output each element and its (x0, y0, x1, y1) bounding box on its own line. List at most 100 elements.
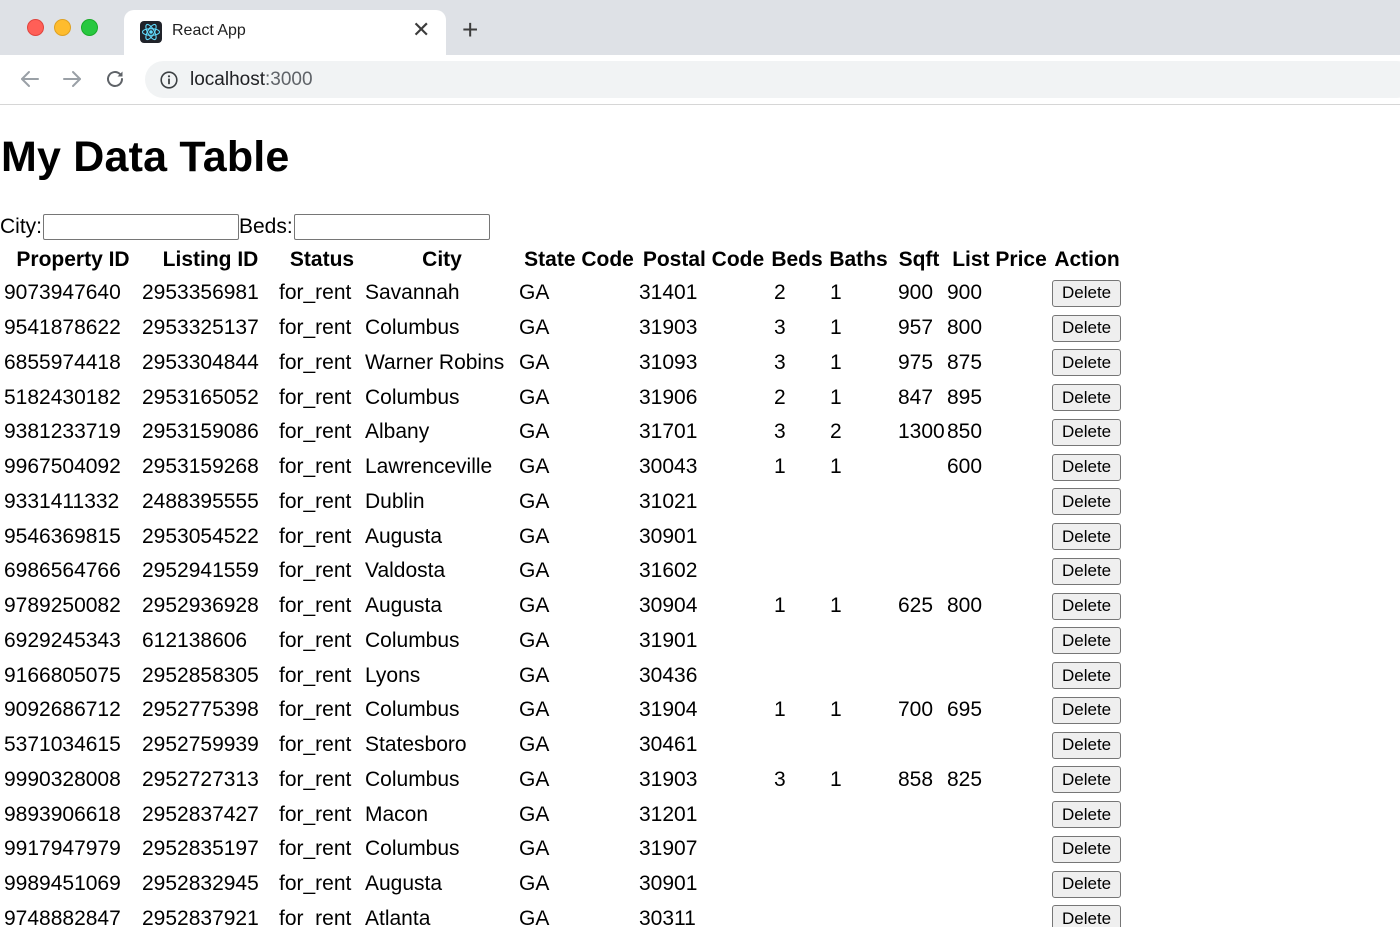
delete-button[interactable]: Delete (1052, 384, 1122, 412)
window-minimize-button[interactable] (54, 19, 71, 36)
cell-city: Dublin (365, 485, 519, 520)
cell-sqft (891, 658, 947, 693)
column-header-baths[interactable]: Baths (826, 243, 891, 276)
cell-property-id: 9331411332 (2, 485, 142, 520)
cell-property-id: 9893906618 (2, 797, 142, 832)
delete-button[interactable]: Delete (1052, 627, 1122, 655)
cell-baths (826, 797, 891, 832)
cell-sqft: 858 (891, 763, 947, 798)
cell-beds: 3 (768, 311, 826, 346)
delete-button[interactable]: Delete (1052, 418, 1122, 446)
column-header-state-code[interactable]: State Code (519, 243, 639, 276)
cell-listing-id: 2953325137 (142, 311, 279, 346)
cell-city: Columbus (365, 763, 519, 798)
delete-button[interactable]: Delete (1052, 801, 1122, 829)
cell-status: for_rent (279, 519, 365, 554)
table-row: 9073947640 2953356981 for_rent Savannah GA 31… (2, 276, 1122, 311)
column-header-list-price[interactable]: List Price (947, 243, 1052, 276)
cell-state-code-value: GA (519, 733, 550, 757)
cell-property-id-value: 9546369815 (4, 524, 121, 548)
cell-status-value: for_rent (279, 594, 352, 618)
site-info-icon[interactable] (159, 70, 179, 90)
cell-status-value: for_rent (279, 767, 352, 791)
delete-button[interactable]: Delete (1052, 453, 1122, 481)
column-header-property-id[interactable]: Property ID (2, 243, 142, 276)
column-header-postal-code[interactable]: Postal Code (639, 243, 768, 276)
cell-action: Delete (1052, 832, 1122, 867)
delete-button[interactable]: Delete (1052, 523, 1122, 551)
cell-status-value: for_rent (279, 385, 352, 409)
address-bar[interactable]: localhost:3000 (145, 61, 1400, 98)
window-zoom-button[interactable] (81, 19, 98, 36)
cell-listing-id: 2953054522 (142, 519, 279, 554)
cell-property-id-value: 9381233719 (4, 420, 121, 444)
back-arrow-icon[interactable] (17, 66, 43, 92)
react-logo-icon (140, 21, 162, 43)
delete-button[interactable]: Delete (1052, 349, 1122, 377)
cell-beds: 1 (768, 450, 826, 485)
cell-list-price (947, 728, 1052, 763)
new-tab-button[interactable]: + (462, 16, 478, 44)
column-header-listing-id[interactable]: Listing ID (142, 243, 279, 276)
cell-status: for_rent (279, 658, 365, 693)
column-header-beds[interactable]: Beds (768, 243, 826, 276)
cell-postal-code-value: 31093 (639, 350, 698, 374)
browser-tab-active[interactable]: React App ✕ (124, 10, 446, 55)
cell-postal-code: 31021 (639, 485, 768, 520)
cell-beds: 2 (768, 276, 826, 311)
cell-listing-id: 2952835197 (142, 832, 279, 867)
delete-button[interactable]: Delete (1052, 557, 1122, 585)
cell-postal-code-value: 30311 (639, 906, 696, 927)
cell-property-id-value: 5371034615 (4, 733, 121, 757)
cell-state-code: GA (519, 450, 639, 485)
cell-status: for_rent (279, 380, 365, 415)
delete-button[interactable]: Delete (1052, 905, 1122, 927)
cell-sqft (891, 728, 947, 763)
column-header-sqft[interactable]: Sqft (891, 243, 947, 276)
close-tab-icon[interactable]: ✕ (412, 19, 430, 41)
column-header-status[interactable]: Status (279, 243, 365, 276)
cell-list-price: 800 (947, 311, 1052, 346)
cell-sqft: 957 (891, 311, 947, 346)
cell-listing-id-value: 2953159268 (142, 455, 259, 479)
cell-beds (768, 902, 826, 927)
cell-listing-id-value: 2952759939 (142, 733, 259, 757)
cell-baths (826, 485, 891, 520)
delete-button[interactable]: Delete (1052, 696, 1122, 724)
delete-button[interactable]: Delete (1052, 314, 1122, 342)
reload-icon[interactable] (102, 66, 128, 92)
delete-button[interactable]: Delete (1052, 279, 1122, 307)
delete-button[interactable]: Delete (1052, 731, 1122, 759)
delete-button[interactable]: Delete (1052, 662, 1122, 690)
delete-button[interactable]: Delete (1052, 835, 1122, 863)
delete-button[interactable]: Delete (1052, 766, 1122, 794)
cell-sqft (891, 867, 947, 902)
delete-button[interactable]: Delete (1052, 488, 1122, 516)
cell-postal-code-value: 31701 (639, 420, 698, 444)
cell-status: for_rent (279, 450, 365, 485)
cell-postal-code-value: 31021 (639, 489, 698, 513)
cell-sqft (891, 450, 947, 485)
cell-list-price-value: 850 (947, 420, 983, 444)
city-filter-input[interactable] (43, 214, 239, 240)
cell-postal-code-value: 31602 (639, 559, 698, 583)
cell-state-code: GA (519, 832, 639, 867)
cell-sqft (891, 554, 947, 589)
cell-list-price: 895 (947, 380, 1052, 415)
page-title: My Data Table (1, 133, 290, 181)
cell-status-value: for_rent (279, 628, 352, 652)
cell-list-price (947, 832, 1052, 867)
delete-button[interactable]: Delete (1052, 870, 1122, 898)
cell-listing-id: 2953165052 (142, 380, 279, 415)
cell-city-value: Lyons (365, 663, 421, 687)
delete-button[interactable]: Delete (1052, 592, 1122, 620)
column-header-city[interactable]: City (365, 243, 519, 276)
beds-filter-input[interactable] (293, 214, 490, 240)
forward-arrow-icon[interactable] (59, 66, 85, 92)
cell-status-value: for_rent (279, 872, 352, 896)
window-close-button[interactable] (27, 19, 44, 36)
cell-state-code-value: GA (519, 455, 550, 479)
cell-city: Columbus (365, 832, 519, 867)
cell-list-price: 900 (947, 276, 1052, 311)
cell-state-code: GA (519, 346, 639, 381)
